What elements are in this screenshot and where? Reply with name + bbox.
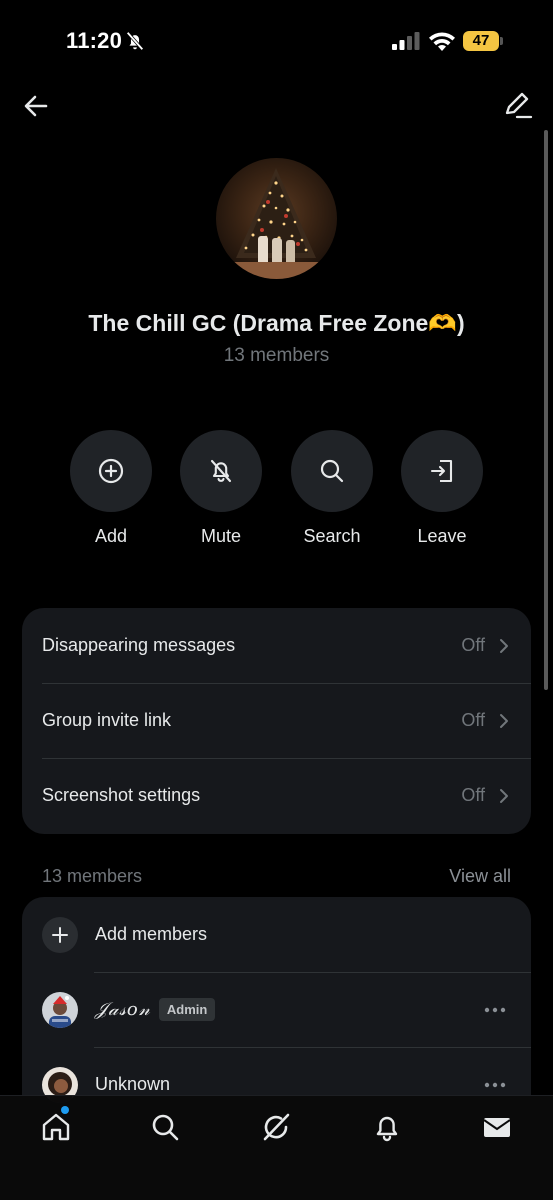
search-action[interactable]: Search bbox=[291, 430, 373, 547]
setting-value: Off bbox=[461, 710, 485, 730]
admin-badge: Admin bbox=[158, 998, 216, 1021]
group-avatar[interactable] bbox=[216, 158, 337, 279]
plus-icon bbox=[52, 926, 68, 943]
setting-disappearing-messages[interactable]: Disappearing messages Off bbox=[22, 608, 531, 683]
scrollbar[interactable] bbox=[544, 130, 548, 690]
edit-pencil-icon[interactable] bbox=[500, 90, 534, 122]
plus-circle-icon bbox=[98, 458, 124, 484]
search-icon bbox=[320, 459, 344, 483]
leave-action-button[interactable] bbox=[401, 430, 483, 512]
leave-action-label: Leave bbox=[417, 526, 467, 546]
cellular-signal-icon bbox=[392, 32, 420, 50]
home-icon[interactable] bbox=[39, 1110, 73, 1144]
member-row[interactable]: 𝒥𝒶𝓈𝑜𝓃 Admin bbox=[22, 972, 531, 1047]
bottom-nav bbox=[0, 1095, 553, 1200]
mute-action-label: Mute bbox=[200, 526, 242, 546]
setting-label: Disappearing messages bbox=[42, 635, 236, 655]
more-options-icon[interactable] bbox=[483, 1006, 507, 1014]
battery-indicator: 47 bbox=[463, 31, 499, 51]
mute-action-button[interactable] bbox=[180, 430, 262, 512]
member-avatar-image bbox=[42, 991, 78, 1028]
setting-screenshot-settings[interactable]: Screenshot settings Off bbox=[22, 758, 531, 833]
add-members-row[interactable]: Add members bbox=[22, 897, 531, 972]
member-count: 13 members bbox=[223, 345, 330, 366]
christmas-tree-photo bbox=[216, 168, 337, 279]
search-action-button[interactable] bbox=[291, 430, 373, 512]
setting-label: Screenshot settings bbox=[42, 785, 201, 805]
setting-value: Off bbox=[461, 785, 485, 805]
add-action-label: Add bbox=[94, 526, 128, 546]
settings-card: Disappearing messages Off Group invite l… bbox=[22, 608, 531, 834]
status-time: 11:20 bbox=[66, 28, 123, 53]
add-action[interactable]: Add bbox=[70, 430, 152, 547]
setting-value: Off bbox=[461, 635, 485, 655]
setting-label: Group invite link bbox=[42, 710, 172, 730]
status-bar: 11:20 47 bbox=[0, 0, 553, 80]
messages-icon[interactable] bbox=[480, 1110, 514, 1144]
leave-icon bbox=[430, 459, 453, 483]
chevron-right-icon bbox=[500, 788, 508, 803]
member-name: Unknown bbox=[95, 1074, 171, 1094]
add-members-icon-wrap bbox=[42, 916, 78, 953]
wifi-icon bbox=[429, 32, 455, 51]
mute-action[interactable]: Mute bbox=[180, 430, 262, 547]
add-action-button[interactable] bbox=[70, 430, 152, 512]
add-members-label: Add members bbox=[95, 924, 208, 944]
chevron-right-icon bbox=[500, 638, 508, 653]
silent-mode-icon bbox=[126, 31, 144, 51]
back-arrow-icon[interactable] bbox=[20, 90, 52, 122]
avatar[interactable] bbox=[42, 991, 78, 1028]
member-name: 𝒥𝒶𝓈𝑜𝓃 bbox=[95, 999, 151, 1020]
battery-cap bbox=[500, 37, 503, 45]
view-all-link[interactable]: View all bbox=[449, 866, 511, 887]
members-header-count: 13 members bbox=[42, 866, 143, 886]
more-options-icon[interactable] bbox=[483, 1081, 507, 1089]
grok-icon[interactable] bbox=[259, 1110, 293, 1144]
bell-off-icon bbox=[210, 459, 232, 483]
group-name: The Chill GC (Drama Free Zone🫶) bbox=[88, 310, 465, 336]
search-icon[interactable] bbox=[148, 1110, 182, 1144]
setting-group-invite-link[interactable]: Group invite link Off bbox=[22, 683, 531, 758]
home-notification-dot bbox=[61, 1106, 69, 1114]
members-header: 13 members View all bbox=[42, 866, 511, 887]
search-action-label: Search bbox=[303, 526, 361, 546]
notifications-icon[interactable] bbox=[370, 1110, 404, 1144]
leave-action[interactable]: Leave bbox=[401, 430, 483, 547]
chevron-right-icon bbox=[500, 713, 508, 728]
